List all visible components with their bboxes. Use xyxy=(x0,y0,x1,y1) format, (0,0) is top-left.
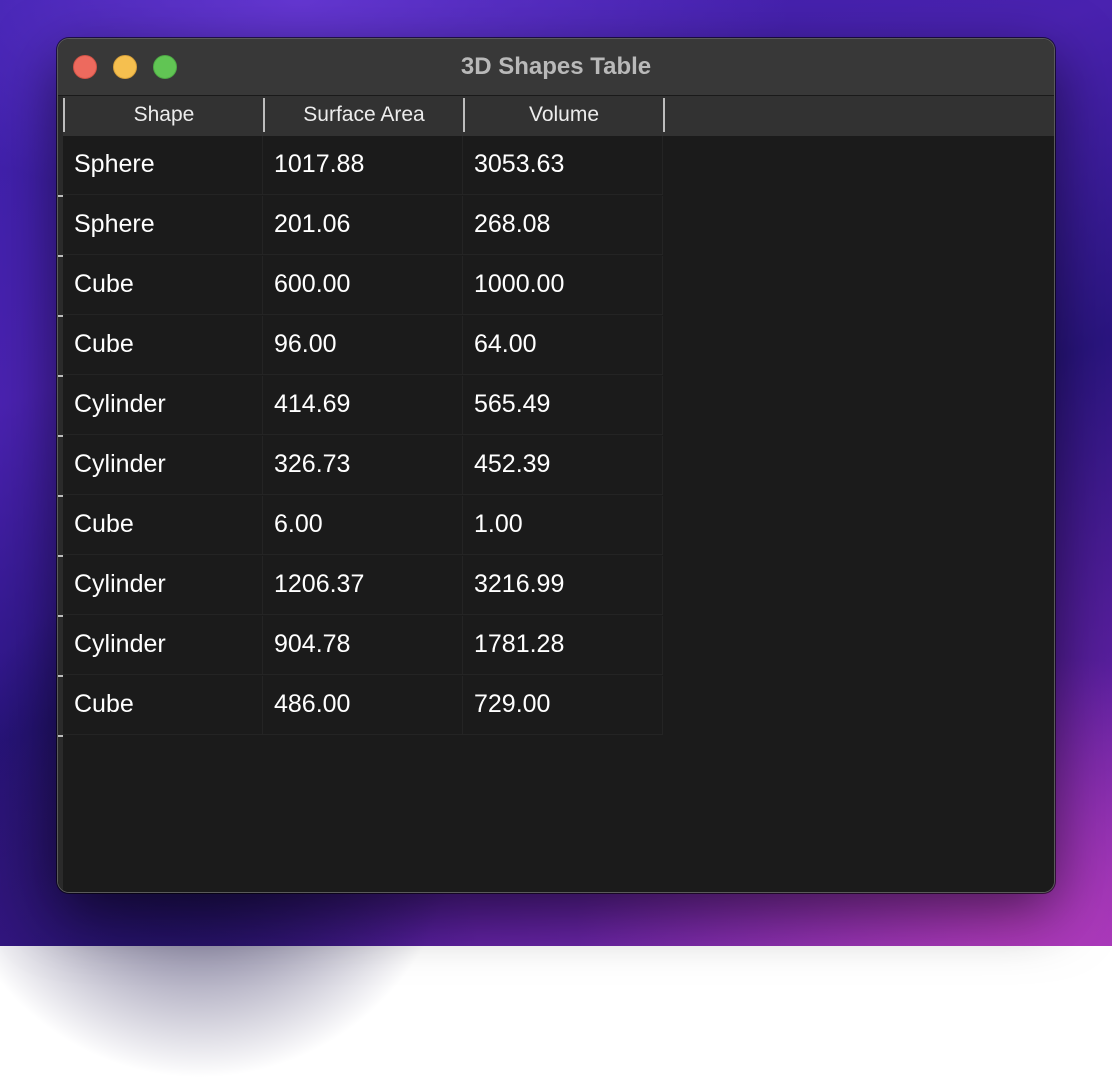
cell-volume[interactable]: 3216.99 xyxy=(463,556,663,615)
app-window: 3D Shapes Table Shape Surface Area Volum… xyxy=(57,38,1055,893)
cell-shape[interactable]: Sphere xyxy=(63,136,263,195)
cell-shape[interactable]: Cylinder xyxy=(63,616,263,675)
cell-surface-area[interactable]: 96.00 xyxy=(263,316,463,375)
title-bar[interactable]: 3D Shapes Table xyxy=(58,39,1054,96)
cell-shape[interactable]: Cylinder xyxy=(63,556,263,615)
cell-surface-area[interactable]: 201.06 xyxy=(263,196,463,255)
column-header-shape[interactable]: Shape xyxy=(63,98,263,132)
cell-shape[interactable]: Cylinder xyxy=(63,376,263,435)
cell-volume[interactable]: 729.00 xyxy=(463,676,663,735)
cell-volume[interactable]: 1781.28 xyxy=(463,616,663,675)
table-view[interactable]: Shape Surface Area Volume Sphere 1017.88… xyxy=(58,96,1054,892)
row-divider-marker xyxy=(58,735,63,737)
cell-shape[interactable]: Cube xyxy=(63,256,263,315)
cell-surface-area[interactable]: 904.78 xyxy=(263,616,463,675)
cell-surface-area[interactable]: 600.00 xyxy=(263,256,463,315)
cell-volume[interactable]: 1000.00 xyxy=(463,256,663,315)
cell-volume[interactable]: 1.00 xyxy=(463,496,663,555)
cell-shape[interactable]: Cube xyxy=(63,316,263,375)
cell-surface-area[interactable]: 326.73 xyxy=(263,436,463,495)
cell-shape[interactable]: Cube xyxy=(63,676,263,735)
cell-shape[interactable]: Cylinder xyxy=(63,436,263,495)
cell-surface-area[interactable]: 6.00 xyxy=(263,496,463,555)
cell-volume[interactable]: 3053.63 xyxy=(463,136,663,195)
column-header-surface-area[interactable]: Surface Area xyxy=(263,98,463,132)
window-title: 3D Shapes Table xyxy=(460,53,652,80)
cell-surface-area[interactable]: 1017.88 xyxy=(263,136,463,195)
cell-surface-area[interactable]: 414.69 xyxy=(263,376,463,435)
cell-volume[interactable]: 565.49 xyxy=(463,376,663,435)
cell-volume[interactable]: 64.00 xyxy=(463,316,663,375)
cell-shape[interactable]: Cube xyxy=(63,496,263,555)
cell-volume[interactable]: 452.39 xyxy=(463,436,663,495)
column-header-volume[interactable]: Volume xyxy=(463,98,665,132)
cell-volume[interactable]: 268.08 xyxy=(463,196,663,255)
cell-shape[interactable]: Sphere xyxy=(63,196,263,255)
table-header: Shape Surface Area Volume xyxy=(63,96,1054,136)
cell-surface-area[interactable]: 1206.37 xyxy=(263,556,463,615)
cell-surface-area[interactable]: 486.00 xyxy=(263,676,463,735)
